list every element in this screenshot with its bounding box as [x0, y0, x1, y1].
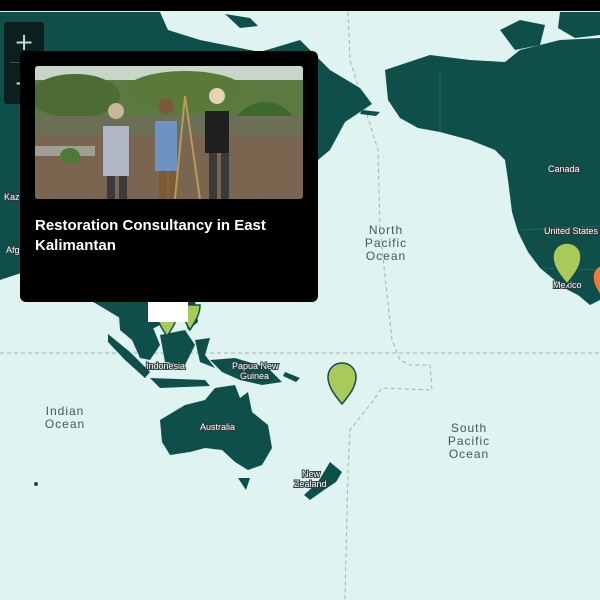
australia-label: Australia	[200, 422, 235, 432]
indonesia-label: Indonesia	[146, 361, 185, 371]
canada-label: Canada	[548, 164, 580, 174]
project-popup[interactable]: Restoration Consultancy in East Kalimant…	[20, 51, 318, 302]
kazakhstan-label-partial: Kaz	[4, 192, 20, 202]
south-pacific-label-2: Pacific	[448, 434, 490, 448]
papua-label-2: Guinea	[240, 371, 269, 381]
indian-ocean-label-1: Indian	[46, 404, 85, 418]
indian-ocean-label-2: Ocean	[45, 417, 85, 431]
top-bar	[0, 0, 600, 11]
north-pacific-label-2: Pacific	[365, 236, 407, 250]
popup-tail	[148, 302, 188, 322]
north-pacific-label-3: Ocean	[366, 249, 406, 263]
pacific-island	[34, 482, 38, 486]
papua-label-1: Papua New	[232, 361, 279, 371]
united-states-label: United States	[544, 226, 599, 236]
popup-title[interactable]: Restoration Consultancy in East Kalimant…	[35, 216, 303, 256]
south-pacific-label-1: South	[451, 421, 487, 435]
north-pacific-label-1: North	[369, 223, 403, 237]
project-photo	[35, 66, 303, 199]
south-pacific-label-3: Ocean	[449, 447, 489, 461]
afghanistan-label-partial: Afg	[6, 245, 20, 255]
new-zealand-label-1: New	[302, 469, 321, 479]
new-zealand-label-2: Zealand	[294, 479, 327, 489]
